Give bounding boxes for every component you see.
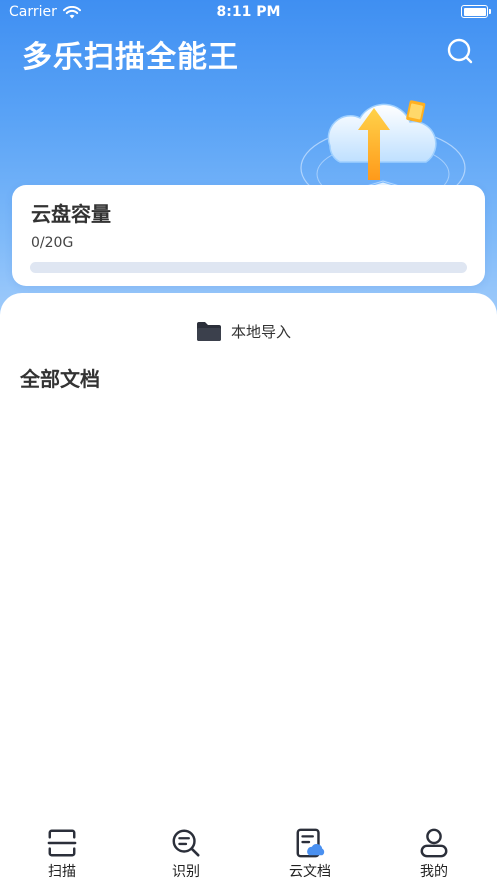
status-time: 8:11 PM — [216, 4, 281, 20]
local-import-button[interactable]: 本地导入 — [196, 320, 291, 342]
scan-icon — [47, 829, 77, 857]
capacity-progress-bar — [30, 262, 467, 273]
tab-cloud-docs[interactable]: 云文档 — [248, 827, 372, 881]
folder-icon — [197, 322, 221, 341]
tab-label: 扫描 — [48, 864, 76, 880]
import-label: 本地导入 — [231, 322, 292, 341]
search-icon — [447, 38, 473, 64]
tab-profile[interactable]: 我的 — [372, 827, 496, 881]
tab-label: 识别 — [172, 864, 200, 880]
status-bar: Carrier 8:11 PM — [0, 0, 497, 26]
recognize-icon — [172, 829, 200, 857]
capacity-value: 0/20G — [31, 235, 74, 251]
cloud-doc-icon — [296, 828, 325, 858]
profile-icon — [420, 828, 448, 858]
bottom-tab-bar: 扫描 识别 云文档 我的 — [0, 823, 497, 883]
tab-recognize[interactable]: 识别 — [124, 827, 248, 881]
search-button[interactable] — [445, 36, 475, 66]
tab-label: 我的 — [420, 864, 448, 880]
cloud-capacity-card: 云盘容量 0/20G — [12, 185, 485, 286]
content-panel: 本地导入 全部文档 — [0, 293, 497, 883]
battery-icon — [461, 5, 491, 18]
tab-label: 云文档 — [289, 864, 331, 880]
all-documents-heading: 全部文档 — [20, 367, 100, 391]
tab-scan[interactable]: 扫描 — [0, 827, 124, 881]
capacity-title: 云盘容量 — [31, 202, 111, 226]
app-title: 多乐扫描全能王 — [22, 40, 239, 75]
